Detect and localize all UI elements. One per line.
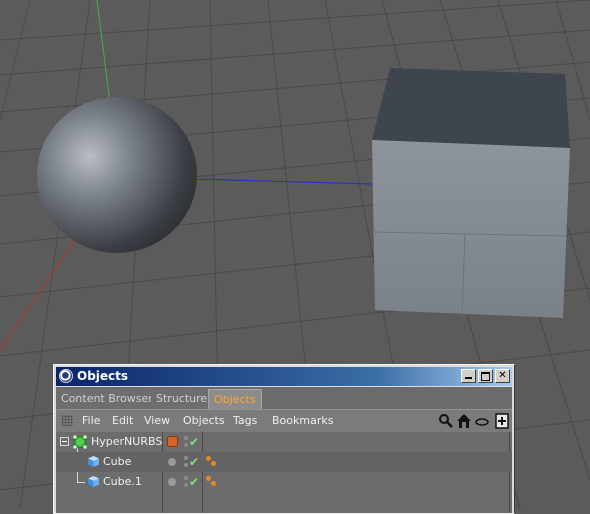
material-tag-icon[interactable] [167,436,178,447]
menu-objects[interactable]: Objects [183,413,225,429]
object-name[interactable]: Cube [103,455,131,469]
home-icon[interactable] [456,413,472,429]
list-item[interactable]: Cube ✔ [56,452,512,472]
close-button[interactable]: ✕ [495,369,510,383]
render-visibility-dot[interactable] [184,483,188,487]
minimize-icon [465,377,472,379]
menu-file[interactable]: File [82,413,100,429]
tab-content-browser[interactable]: Content Browser [56,389,159,409]
minimize-button[interactable] [461,369,476,383]
window-titlebar[interactable]: Objects ✕ [56,367,512,386]
render-visibility-dot[interactable] [184,443,188,447]
editor-visibility-dot[interactable] [184,476,188,480]
objects-manager-window: Objects ✕ Content Browser Structure Obje… [53,364,515,514]
phong-tag-icon[interactable] [206,476,211,481]
list-item[interactable]: HyperNURBS ✔ [56,432,512,452]
menu-bookmarks[interactable]: Bookmarks [272,413,333,429]
tab-objects[interactable]: Objects [208,389,262,410]
enabled-check-icon[interactable]: ✔ [189,476,199,488]
editor-visibility-dot[interactable] [184,436,188,440]
object-name[interactable]: Cube.1 [103,475,142,489]
search-icon[interactable] [438,413,454,429]
cube-icon [88,476,99,487]
layer-dot[interactable] [168,478,176,486]
collapse-toggle[interactable] [60,437,69,446]
menu-tags[interactable]: Tags [233,413,257,429]
phong-tag-icon[interactable] [206,456,211,461]
window-title: Objects [77,369,129,383]
cube-icon [88,456,99,467]
grip-handle-icon[interactable] [62,415,73,426]
tab-bar: Content Browser Structure Objects [56,387,512,410]
sphere-object [37,97,197,253]
cinema4d-logo-icon [59,369,73,383]
object-name[interactable]: HyperNURBS [91,435,162,449]
enabled-check-icon[interactable]: ✔ [189,436,199,448]
new-object-icon[interactable] [494,413,510,429]
menu-view[interactable]: View [144,413,170,429]
maximize-button[interactable] [478,369,493,383]
hypernurbs-icon [73,435,87,449]
editor-visibility-dot[interactable] [184,456,188,460]
menu-edit[interactable]: Edit [112,413,133,429]
menu-bar: File Edit View Objects Tags Bookmarks [56,409,512,432]
cube-object [372,68,570,318]
render-visibility-dot[interactable] [184,463,188,467]
maximize-icon [481,372,490,381]
tab-structure[interactable]: Structure [151,389,214,409]
layer-dot[interactable] [168,458,176,466]
list-item[interactable]: Cube.1 ✔ [56,472,512,492]
object-list: HyperNURBS ✔ Cube ✔ Cube.1 ✔ [56,432,512,513]
eye-icon[interactable] [474,413,490,429]
enabled-check-icon[interactable]: ✔ [189,456,199,468]
